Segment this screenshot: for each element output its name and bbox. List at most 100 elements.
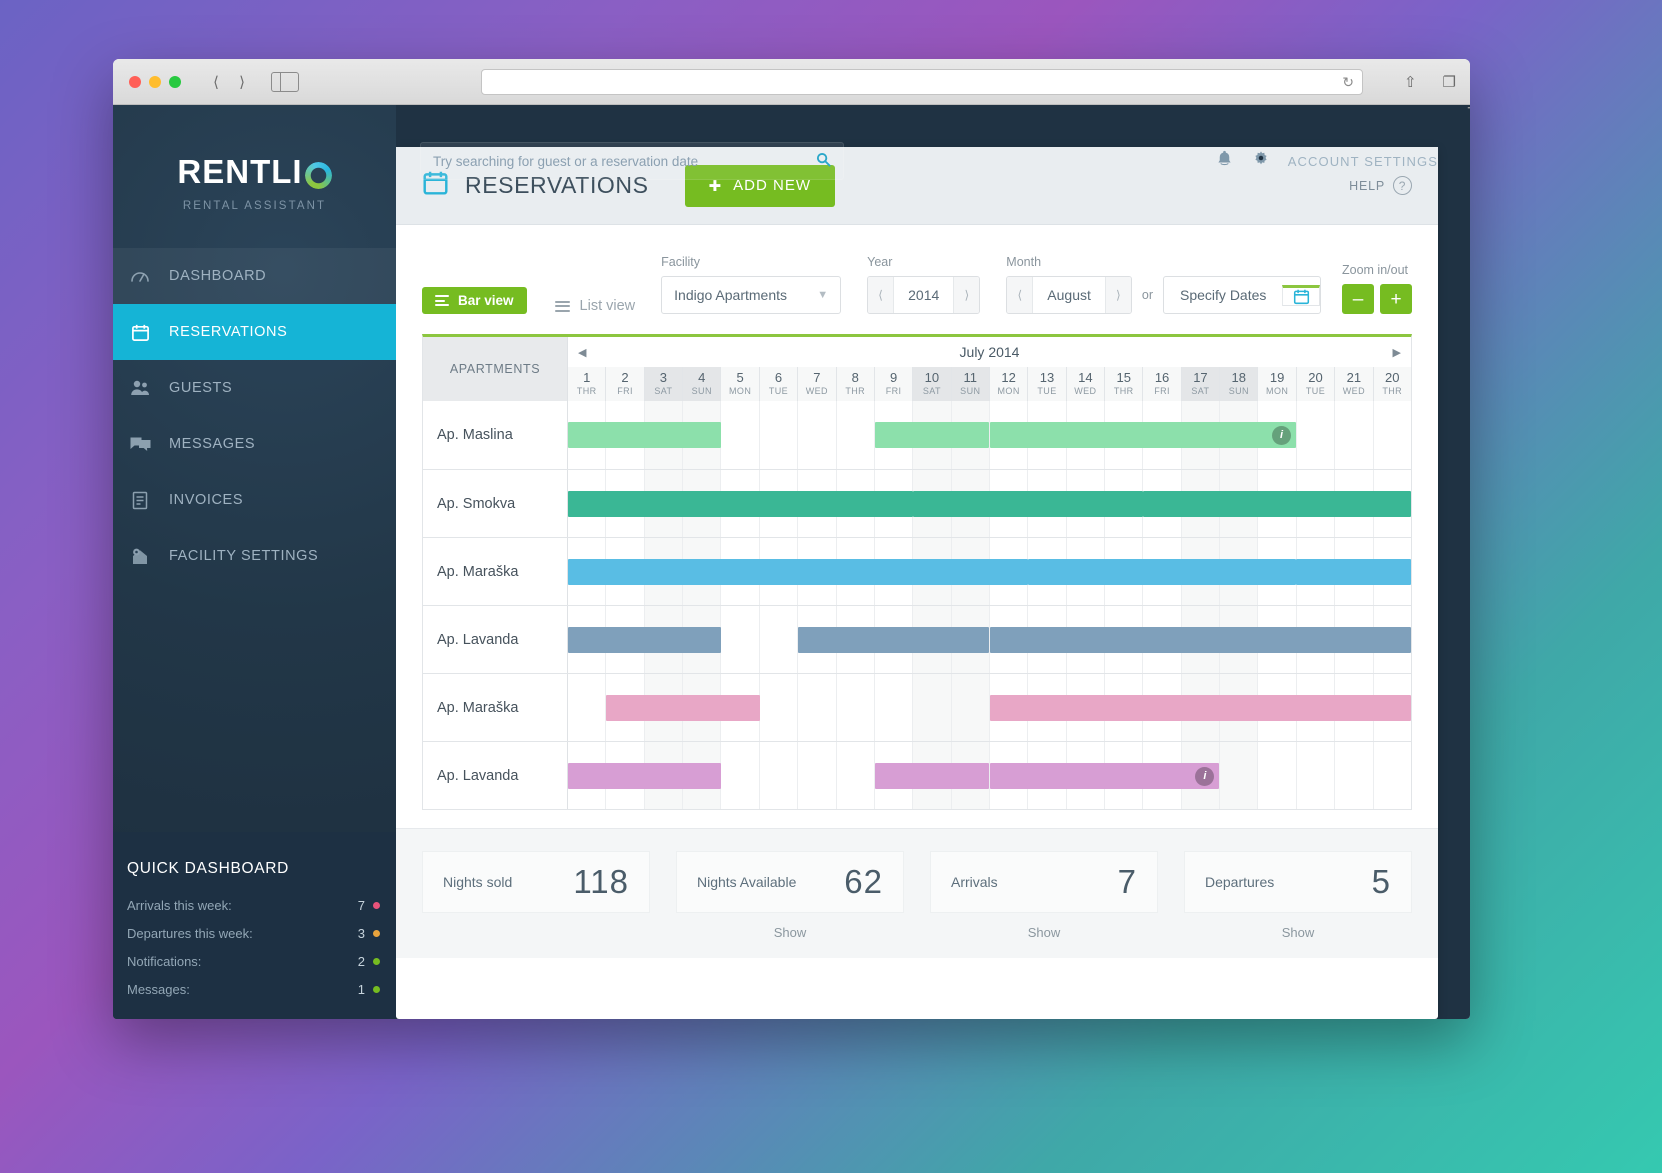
reservation-bar[interactable] (1296, 559, 1411, 585)
back-icon[interactable]: ⟨ (203, 71, 229, 93)
grid-cell[interactable] (1295, 401, 1335, 469)
reservation-bar[interactable] (912, 491, 1143, 517)
facility-select[interactable]: Indigo Apartments ▼ (661, 276, 842, 314)
help-link[interactable]: HELP ? (1349, 176, 1412, 195)
share-icon[interactable]: ⇧ (1404, 73, 1417, 91)
bell-icon[interactable] (1215, 149, 1234, 173)
forward-icon[interactable]: ⟩ (229, 71, 255, 93)
calendar-icon[interactable] (1282, 284, 1321, 306)
grid-cell[interactable] (1372, 742, 1411, 809)
sidebar-item-reservations[interactable]: RESERVATIONS (113, 304, 396, 360)
year-next-button[interactable]: ⟩ (953, 277, 980, 313)
grid-cell[interactable] (720, 742, 759, 809)
reservation-bar[interactable] (1027, 559, 1297, 585)
reservation-bar[interactable] (874, 422, 990, 448)
search-input[interactable] (433, 153, 816, 169)
reservation-bar[interactable] (874, 763, 990, 789)
grid-cell[interactable] (1257, 742, 1296, 809)
close-window-button[interactable] (129, 75, 141, 88)
sidebar-item-dashboard[interactable]: DASHBOARD (113, 248, 396, 304)
search-icon[interactable] (816, 152, 831, 171)
search-box[interactable] (420, 142, 844, 180)
account-settings-link[interactable]: ACCOUNT SETTINGS (1288, 154, 1438, 169)
sidebar-item-facility-settings[interactable]: FACILITY SETTINGS (113, 528, 396, 584)
grid-cell[interactable] (758, 401, 798, 469)
grid-cell[interactable] (568, 674, 606, 741)
stat-show-link[interactable]: Show (1184, 925, 1412, 940)
grid-cell[interactable] (873, 674, 913, 741)
reservation-bar[interactable] (568, 559, 1028, 585)
zoom-out-button[interactable]: – (1342, 284, 1374, 314)
facility-field: Facility Indigo Apartments ▼ (661, 255, 842, 314)
grid-cell[interactable] (720, 606, 759, 673)
grid-cell[interactable] (720, 401, 759, 469)
gear-icon[interactable] (1252, 150, 1270, 173)
window-controls[interactable] (129, 75, 181, 88)
grid-cell[interactable] (797, 401, 836, 469)
reservation-bar[interactable] (568, 491, 913, 517)
grid-cell[interactable] (950, 674, 989, 741)
sidebar-item-guests[interactable]: GUESTS (113, 360, 396, 416)
grid-cell[interactable] (797, 742, 836, 809)
reservation-bar[interactable] (989, 627, 1411, 653)
triangle-left-icon[interactable]: ◀ (578, 346, 586, 359)
month-next-button[interactable]: ⟩ (1104, 277, 1131, 313)
new-tab-icon[interactable]: + (1467, 98, 1470, 120)
day-header-cell: 8 THR (835, 367, 874, 401)
address-bar[interactable]: ↻ (481, 69, 1363, 95)
month-prev-button[interactable]: ⟨ (1007, 277, 1034, 313)
sidebar-toggle-icon[interactable] (271, 71, 299, 92)
day-name: THR (576, 386, 597, 396)
info-icon[interactable]: i (1272, 425, 1292, 445)
stat-show-link[interactable]: Show (930, 925, 1158, 940)
bar-view-button[interactable]: Bar view (422, 287, 527, 314)
grid-cell[interactable] (835, 674, 874, 741)
grid-cell[interactable] (1219, 742, 1258, 809)
grid-cell[interactable] (758, 674, 798, 741)
row-grid (568, 470, 1411, 537)
tabs-icon[interactable]: ❐ (1443, 73, 1456, 91)
reservation-bar[interactable] (797, 627, 990, 653)
triangle-right-icon[interactable]: ▶ (1393, 346, 1401, 359)
day-name: MON (729, 386, 752, 396)
grid-cell[interactable] (835, 742, 874, 809)
year-stepper[interactable]: ⟨ 2014 ⟩ (867, 276, 981, 314)
info-icon[interactable]: i (1195, 766, 1215, 786)
reservation-bar[interactable] (568, 627, 722, 653)
reload-icon[interactable]: ↻ (1342, 74, 1354, 91)
list-view-button[interactable]: List view (554, 298, 635, 314)
reservation-bar[interactable]: i (989, 763, 1220, 789)
grid-cell[interactable] (1295, 742, 1335, 809)
nav-buttons[interactable]: ⟨ ⟩ (203, 71, 255, 93)
grid-cell[interactable] (1334, 742, 1373, 809)
grid-cell[interactable] (912, 674, 951, 741)
day-header-cell: 20 THR (1372, 367, 1411, 401)
month-stepper[interactable]: ⟨ August ⟩ (1006, 276, 1132, 314)
sidebar-item-messages[interactable]: MESSAGES (113, 416, 396, 472)
stat-show-link[interactable]: Show (676, 925, 904, 940)
grid-cell[interactable] (758, 742, 798, 809)
day-header-cell: 4 SUN (682, 367, 721, 401)
day-number: 15 (1116, 370, 1131, 385)
reservation-bar[interactable] (989, 695, 1411, 721)
grid-cell[interactable] (1372, 401, 1411, 469)
browser-tools[interactable]: ⇧ ❐ (1404, 73, 1456, 91)
sidebar-nav: DASHBOARD RESERVATIONS GUESTS MESSAGES I… (113, 248, 396, 584)
grid-cell[interactable] (835, 401, 874, 469)
zoom-in-button[interactable]: + (1380, 284, 1412, 314)
day-header-cell: 15 THR (1104, 367, 1143, 401)
grid-cell[interactable] (758, 606, 798, 673)
reservation-bar[interactable] (606, 695, 760, 721)
stat-block: Arrivals 7 Show (930, 851, 1158, 940)
reservation-bar[interactable] (568, 422, 722, 448)
specify-dates-control[interactable]: Specify Dates (1163, 276, 1322, 314)
reservation-bar[interactable]: i (989, 422, 1297, 448)
sidebar-item-invoices[interactable]: INVOICES (113, 472, 396, 528)
grid-cell[interactable] (797, 674, 836, 741)
reservation-bar[interactable] (568, 763, 722, 789)
grid-cell[interactable] (1334, 401, 1373, 469)
reservation-bar[interactable] (1142, 491, 1411, 517)
minimize-window-button[interactable] (149, 75, 161, 88)
maximize-window-button[interactable] (169, 75, 181, 88)
year-prev-button[interactable]: ⟨ (868, 277, 895, 313)
